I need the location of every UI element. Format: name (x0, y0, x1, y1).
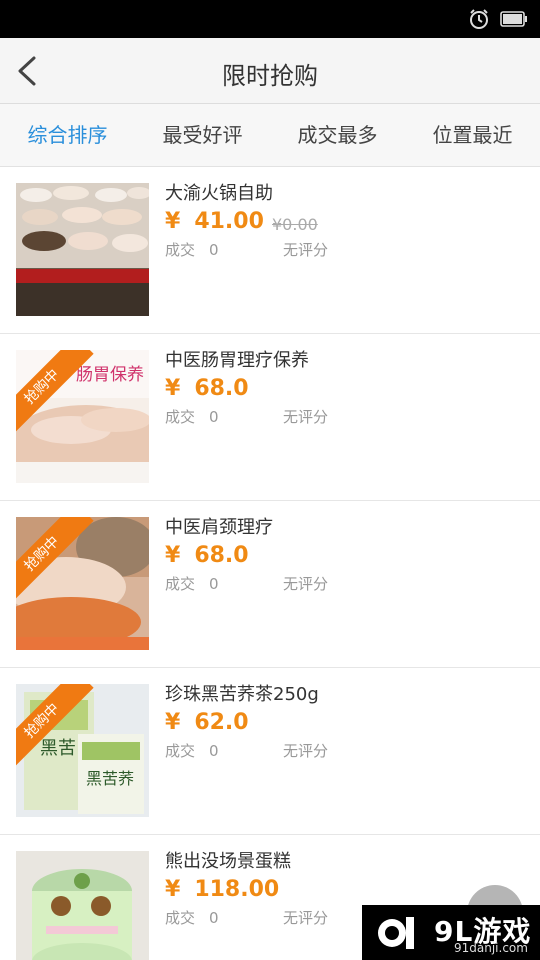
sort-tabs: 综合排序 最受好评 成交最多 位置最近 (0, 104, 540, 167)
product-price: ¥118.00 (165, 877, 280, 902)
product-image: 黑苦 黑苦荞 抢购中 (16, 684, 149, 817)
product-name: 中医肩颈理疗 (165, 517, 273, 538)
rating-text: 无评分 (283, 408, 329, 426)
product-name: 大渝火锅自助 (165, 183, 273, 204)
product-image: 肠胃保养 抢购中 (16, 350, 149, 483)
product-image (16, 183, 149, 316)
page-title: 限时抢购 (222, 62, 318, 90)
product-name: 珍珠黑苦荞茶250g (165, 684, 319, 705)
sold-count: 成交 0 (165, 909, 219, 927)
rating-text: 无评分 (283, 909, 329, 927)
sold-count: 成交 0 (165, 742, 219, 760)
rating-text: 无评分 (283, 241, 329, 259)
list-item[interactable]: 黑苦 黑苦荞 抢购中 珍珠黑苦荞茶250g ¥62.0 成交 0 无评分 (0, 668, 540, 835)
brand-logo-icon (378, 917, 414, 949)
sold-count: 成交 0 (165, 241, 219, 259)
list-item[interactable]: 抢购中 中医肩颈理疗 ¥68.0 成交 0 无评分 (0, 501, 540, 668)
tab-most-sold[interactable]: 成交最多 (270, 104, 405, 166)
sold-count: 成交 0 (165, 575, 219, 593)
product-price: ¥68.0 (165, 543, 249, 568)
tab-best-rated[interactable]: 最受好评 (135, 104, 270, 166)
svg-text:黑苦荞: 黑苦荞 (86, 769, 134, 788)
svg-text:肠胃保养: 肠胃保养 (76, 365, 144, 385)
tab-comprehensive[interactable]: 综合排序 (0, 104, 135, 166)
original-price: ¥0.00 (272, 215, 318, 234)
product-image (16, 851, 149, 960)
product-name: 熊出没场景蛋糕 (165, 851, 291, 872)
product-name: 中医肠胃理疗保养 (165, 350, 309, 371)
status-bar (0, 0, 540, 38)
list-item[interactable]: 肠胃保养 抢购中 中医肠胃理疗保养 ¥68.0 成交 0 无评分 (0, 334, 540, 501)
alarm-clock-icon (470, 9, 488, 29)
product-image: 抢购中 (16, 517, 149, 650)
product-price: ¥68.0 (165, 376, 249, 401)
app-header: 限时抢购 (0, 38, 540, 104)
list-item[interactable]: 大渝火锅自助 ¥41.00 ¥0.00 成交 0 无评分 (0, 167, 540, 334)
svg-text:黑苦: 黑苦 (40, 738, 76, 759)
product-price: ¥62.0 (165, 710, 249, 735)
rating-text: 无评分 (283, 575, 329, 593)
site-watermark: 9L游戏 91danji.com (362, 905, 540, 960)
watermark-url: 91danji.com (454, 941, 528, 955)
tab-nearest[interactable]: 位置最近 (405, 104, 540, 166)
rating-text: 无评分 (283, 742, 329, 760)
deal-list: 大渝火锅自助 ¥41.00 ¥0.00 成交 0 无评分 肠胃保养 抢购中 中医肠… (0, 167, 540, 960)
battery-icon (500, 11, 527, 27)
sold-count: 成交 0 (165, 408, 219, 426)
product-price: ¥41.00 (165, 209, 264, 234)
